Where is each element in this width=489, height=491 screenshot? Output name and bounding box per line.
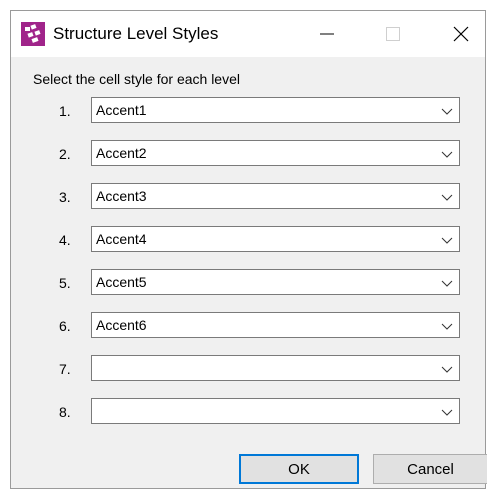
level-number: 1. <box>59 103 71 119</box>
instruction-label: Select the cell style for each level <box>33 71 240 87</box>
selected-style: Accent5 <box>96 274 147 290</box>
level-row-4: 4. Accent4 <box>11 226 487 252</box>
close-button[interactable] <box>435 11 487 57</box>
level-number: 2. <box>59 146 71 162</box>
selected-style: Accent4 <box>96 231 147 247</box>
structure-app-icon <box>21 22 45 46</box>
chevron-down-icon <box>441 366 453 373</box>
level-number: 6. <box>59 318 71 334</box>
level-number: 8. <box>59 404 71 420</box>
title-bar[interactable]: Structure Level Styles <box>11 11 485 57</box>
level-5-style-select[interactable]: Accent5 <box>91 269 460 295</box>
level-1-style-select[interactable]: Accent1 <box>91 97 460 123</box>
chevron-down-icon <box>441 108 453 115</box>
chevron-down-icon <box>441 323 453 330</box>
ok-button[interactable]: OK <box>239 454 359 484</box>
level-row-2: 2. Accent2 <box>11 140 487 166</box>
level-number: 7. <box>59 361 71 377</box>
level-row-7: 7. <box>11 355 487 381</box>
minimize-button[interactable] <box>301 11 353 57</box>
maximize-icon <box>386 27 400 41</box>
level-8-style-select[interactable] <box>91 398 460 424</box>
level-row-3: 3. Accent3 <box>11 183 487 209</box>
cancel-button[interactable]: Cancel <box>373 454 487 484</box>
level-number: 3. <box>59 189 71 205</box>
dialog-window: Structure Level Styles Select the cell s… <box>10 10 487 489</box>
close-icon <box>453 26 469 42</box>
level-number: 4. <box>59 232 71 248</box>
level-4-style-select[interactable]: Accent4 <box>91 226 460 252</box>
chevron-down-icon <box>441 409 453 416</box>
level-7-style-select[interactable] <box>91 355 460 381</box>
level-row-8: 8. <box>11 398 487 424</box>
chevron-down-icon <box>441 194 453 201</box>
chevron-down-icon <box>441 151 453 158</box>
level-row-5: 5. Accent5 <box>11 269 487 295</box>
level-row-6: 6. Accent6 <box>11 312 487 338</box>
level-3-style-select[interactable]: Accent3 <box>91 183 460 209</box>
level-row-1: 1. Accent1 <box>11 97 487 123</box>
minimize-icon <box>320 33 334 35</box>
selected-style: Accent6 <box>96 317 147 333</box>
selected-style: Accent1 <box>96 102 147 118</box>
level-2-style-select[interactable]: Accent2 <box>91 140 460 166</box>
window-title: Structure Level Styles <box>53 24 219 43</box>
chevron-down-icon <box>441 237 453 244</box>
level-number: 5. <box>59 275 71 291</box>
selected-style: Accent2 <box>96 145 147 161</box>
level-6-style-select[interactable]: Accent6 <box>91 312 460 338</box>
maximize-button[interactable] <box>367 11 419 57</box>
selected-style: Accent3 <box>96 188 147 204</box>
chevron-down-icon <box>441 280 453 287</box>
